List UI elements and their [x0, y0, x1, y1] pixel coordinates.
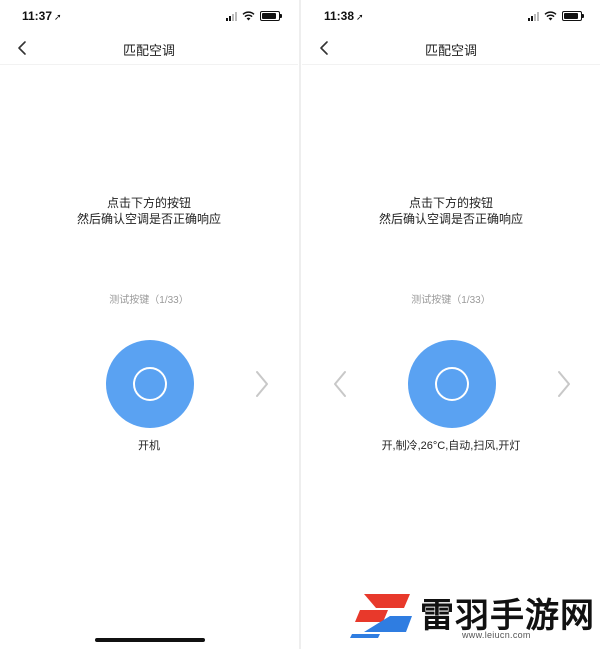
location-arrow-icon: ➚: [356, 12, 364, 22]
watermark: 雷羽手游网 www.leiucn.com: [344, 584, 600, 649]
test-key-counter: 测试按键（1/33）: [109, 295, 189, 306]
phone-screen-left: 11:37 ➚ 匹配空调 点击下方的按钮 然后确认空调是否正确响应 测试按键（1/…: [0, 0, 298, 649]
battery-icon: [260, 11, 282, 21]
status-bar: 11:38 ➚: [302, 0, 600, 34]
wifi-icon: [242, 11, 255, 21]
brand-logo-icon: [350, 594, 412, 638]
instruction-line-1: 点击下方的按钮: [106, 196, 191, 210]
chevron-left-icon[interactable]: [330, 368, 350, 400]
page-title: 匹配空调: [424, 43, 477, 58]
nav-bar: 匹配空调: [302, 34, 600, 65]
status-time: 11:38 ➚: [324, 9, 364, 23]
status-icons: [528, 11, 584, 21]
chevron-right-icon[interactable]: [252, 368, 272, 400]
power-ring-icon: [435, 367, 469, 401]
status-bar: 11:37 ➚: [0, 0, 298, 34]
power-ring-icon: [133, 367, 167, 401]
phone-screen-right: 11:38 ➚ 匹配空调 点击下方的按钮 然后确认空调是否正确响应 测试按键（1/…: [302, 0, 600, 649]
nav-bar: 匹配空调: [0, 34, 298, 65]
test-key-label: 开机: [138, 440, 160, 452]
signal-icon: [528, 11, 539, 21]
page-title: 匹配空调: [122, 43, 175, 58]
instruction-line-2: 然后确认空调是否正确响应: [76, 212, 221, 226]
location-arrow-icon: ➚: [54, 12, 62, 22]
home-indicator[interactable]: [95, 638, 205, 642]
instruction-text: 点击下方的按钮 然后确认空调是否正确响应: [302, 195, 600, 227]
screen-divider: [299, 0, 301, 649]
instruction-line-2: 然后确认空调是否正确响应: [378, 212, 523, 226]
instruction-text: 点击下方的按钮 然后确认空调是否正确响应: [0, 195, 298, 227]
chevron-right-icon[interactable]: [554, 368, 574, 400]
watermark-url: www.leiucn.com: [462, 630, 531, 640]
wifi-icon: [544, 11, 557, 21]
status-time: 11:37 ➚: [22, 9, 62, 23]
test-key-counter: 测试按键（1/33）: [411, 295, 491, 306]
battery-icon: [562, 11, 584, 21]
test-key-button[interactable]: [408, 340, 496, 428]
test-key-button[interactable]: [106, 340, 194, 428]
instruction-line-1: 点击下方的按钮: [408, 196, 493, 210]
status-icons: [226, 11, 282, 21]
signal-icon: [226, 11, 237, 21]
test-key-label: 开,制冷,26°C,自动,扫风,开灯: [381, 440, 521, 452]
